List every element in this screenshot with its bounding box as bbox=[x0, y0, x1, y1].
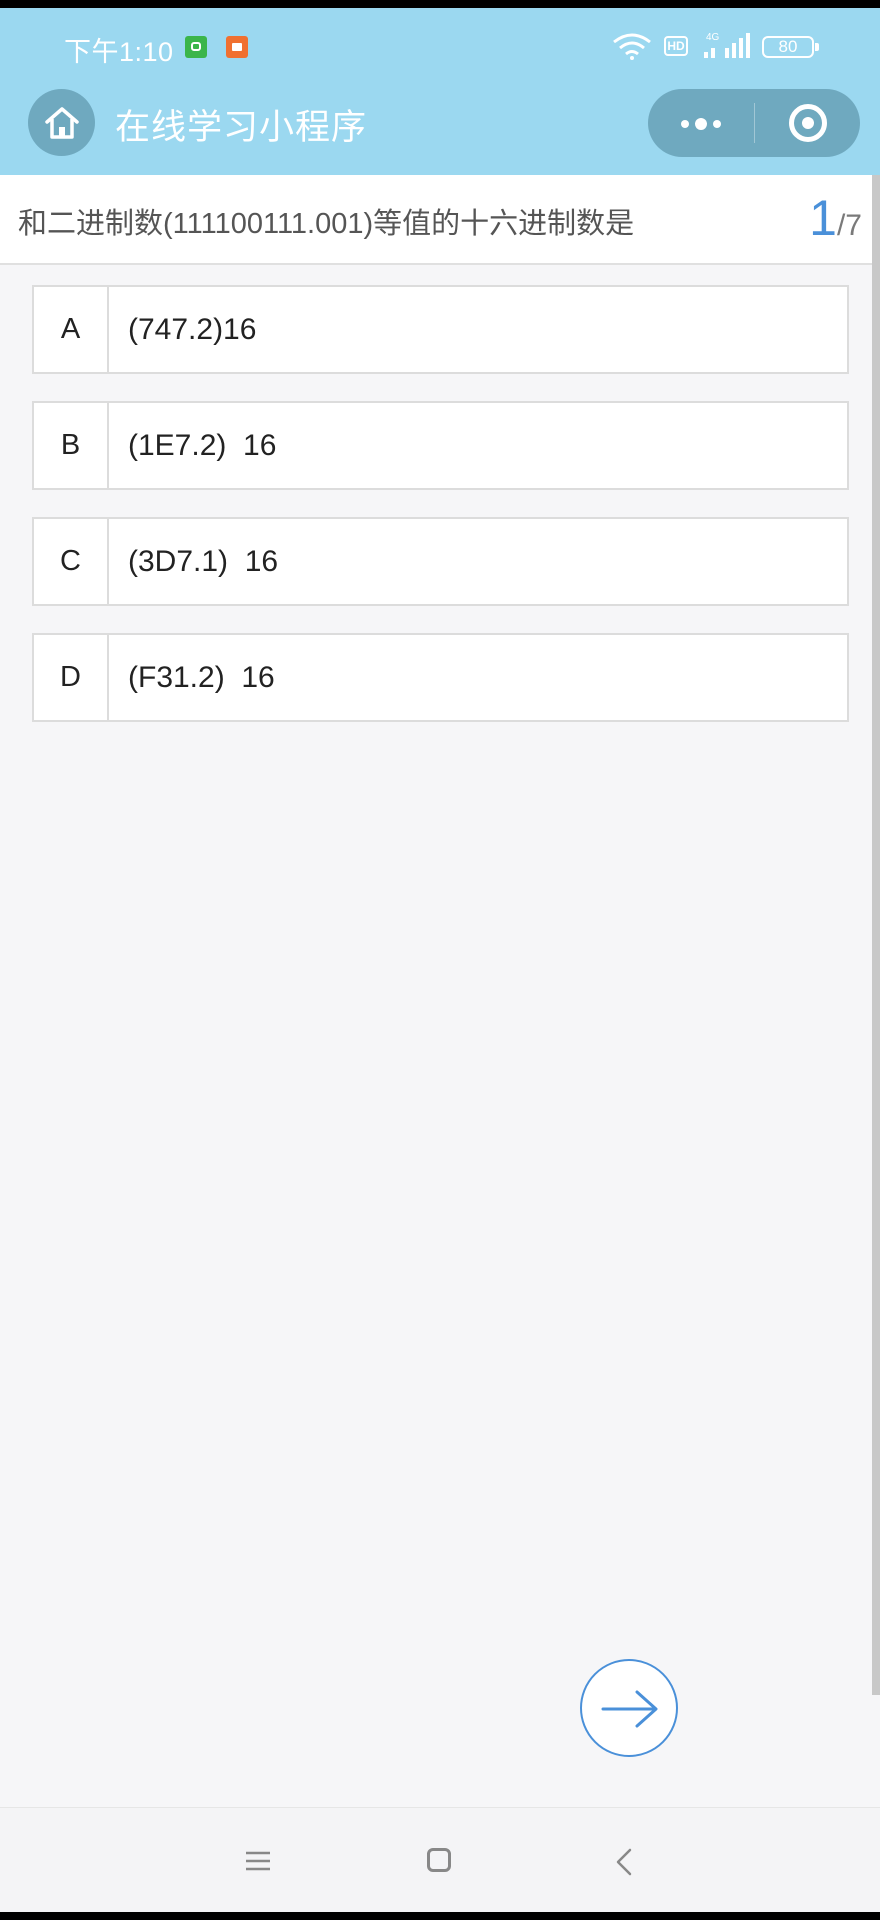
back-chevron-icon[interactable] bbox=[615, 1848, 633, 1876]
home-square-icon[interactable] bbox=[427, 1848, 451, 1872]
next-question-button[interactable] bbox=[580, 1659, 678, 1757]
option-text: (F31.2) 16 bbox=[128, 661, 275, 694]
close-button[interactable] bbox=[755, 89, 860, 157]
option-text: (3D7.1) 16 bbox=[128, 545, 279, 578]
app-title: 在线学习小程序 bbox=[115, 108, 368, 147]
battery-icon: 80 bbox=[762, 36, 819, 58]
system-navigation-bar bbox=[0, 1807, 880, 1913]
menu-capsule bbox=[648, 89, 860, 157]
question-bar: 和二进制数(111100111.001)等值的十六进制数是 1/7 bbox=[0, 175, 872, 265]
option-d[interactable]: D (F31.2) 16 bbox=[32, 633, 849, 722]
arrow-right-icon bbox=[601, 1690, 658, 1728]
close-target-icon bbox=[789, 104, 827, 142]
status-time: 下午1:10 bbox=[64, 37, 174, 67]
wifi-icon bbox=[613, 33, 651, 60]
question-progress: 1/7 bbox=[809, 189, 862, 247]
option-b[interactable]: B (1E7.2) 16 bbox=[32, 401, 849, 490]
android-notification-icon bbox=[185, 36, 207, 58]
option-letter: B bbox=[34, 403, 109, 488]
video-notification-icon bbox=[226, 36, 248, 58]
option-letter: C bbox=[34, 519, 109, 604]
home-icon bbox=[45, 107, 79, 139]
bottom-edge bbox=[0, 1912, 880, 1920]
progress-total: /7 bbox=[836, 209, 862, 242]
question-text: 和二进制数(111100111.001)等值的十六进制数是 bbox=[18, 208, 635, 240]
option-c[interactable]: C (3D7.1) 16 bbox=[32, 517, 849, 606]
progress-current: 1 bbox=[809, 190, 837, 246]
option-text: (1E7.2) 16 bbox=[128, 429, 277, 462]
option-letter: D bbox=[34, 635, 109, 720]
signal-icon: 4G bbox=[704, 32, 750, 58]
scrollbar[interactable] bbox=[872, 175, 880, 1695]
option-a[interactable]: A (747.2)16 bbox=[32, 285, 849, 374]
top-edge bbox=[0, 0, 880, 8]
menu-icon[interactable] bbox=[245, 1850, 271, 1872]
option-text: (747.2)16 bbox=[128, 313, 257, 346]
hd-icon: HD bbox=[664, 36, 688, 56]
network-label: 4G bbox=[706, 32, 720, 43]
more-button[interactable] bbox=[648, 89, 754, 157]
home-button[interactable] bbox=[28, 89, 95, 156]
option-letter: A bbox=[34, 287, 109, 372]
battery-level: 80 bbox=[778, 37, 798, 56]
